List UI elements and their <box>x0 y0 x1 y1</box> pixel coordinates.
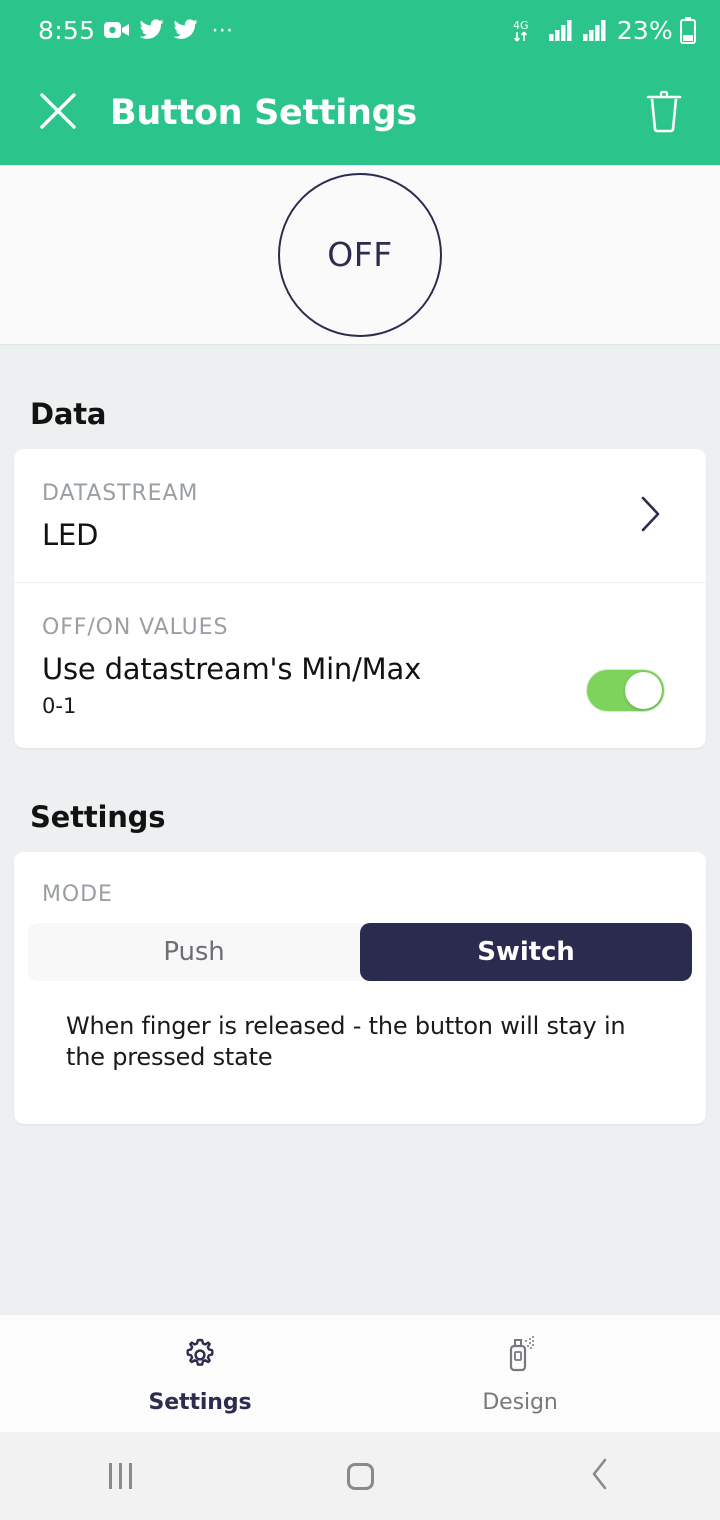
svg-text:4G: 4G <box>513 19 529 32</box>
settings-card: MODE Push Switch When finger is released… <box>14 852 706 1125</box>
back-chevron-icon <box>589 1457 611 1495</box>
battery-icon <box>680 16 696 44</box>
page-title: Button Settings <box>110 92 417 133</box>
more-dots-icon: ⋯ <box>211 17 236 43</box>
bottom-tab-bar: Settings Design <box>0 1314 720 1432</box>
tab-design[interactable]: Design <box>420 1332 620 1415</box>
mode-label: MODE <box>42 882 113 907</box>
off-on-values-body: Use datastream's Min/Max 0-1 <box>42 652 678 718</box>
widget-button-state-label: OFF <box>327 235 393 274</box>
widget-button-preview[interactable]: OFF <box>278 172 442 337</box>
chevron-right-icon <box>640 495 662 537</box>
delete-button[interactable] <box>636 85 692 141</box>
min-max-toggle[interactable] <box>587 670 664 711</box>
status-time: 8:55 <box>38 15 96 45</box>
close-icon <box>37 90 79 136</box>
status-bar: 8:55 ⋯ 4G 23% <box>0 0 720 60</box>
off-on-values-label: OFF/ON VALUES <box>42 615 229 640</box>
recents-button[interactable] <box>60 1446 180 1506</box>
off-on-values-value: Use datastream's Min/Max <box>42 652 422 686</box>
app-bar: Button Settings <box>0 60 720 165</box>
off-on-values-row[interactable]: OFF/ON VALUES Use datastream's Min/Max 0… <box>14 582 706 748</box>
signal-bars-icon <box>582 19 610 41</box>
signal-bars-icon <box>548 19 576 41</box>
phone-screen: 8:55 ⋯ 4G 23% Button Settings OFF Data D… <box>0 0 720 1520</box>
datastream-value: LED <box>42 518 99 552</box>
mode-option-switch[interactable]: Switch <box>360 923 692 981</box>
tab-settings-label: Settings <box>148 1390 252 1415</box>
section-heading-data: Data <box>30 397 107 431</box>
off-on-values-range: 0-1 <box>42 694 77 718</box>
status-bar-right: 4G 23% <box>512 16 696 45</box>
gear-icon <box>177 1332 223 1382</box>
widget-preview-area: OFF <box>0 165 720 345</box>
mode-row: MODE <box>14 852 706 907</box>
status-bar-left: 8:55 ⋯ <box>38 16 235 45</box>
settings-content: Data DATASTREAM LED OFF/ON VALUES Use da… <box>0 345 720 1314</box>
mode-segmented-control[interactable]: Push Switch <box>28 923 692 981</box>
home-icon <box>346 1462 374 1490</box>
video-camera-icon <box>104 20 130 40</box>
twitter-icon <box>173 19 198 41</box>
toggle-knob <box>625 672 662 709</box>
data-card: DATASTREAM LED OFF/ON VALUES Use datastr… <box>14 449 706 748</box>
recents-icon <box>108 1463 132 1489</box>
close-button[interactable] <box>30 85 86 141</box>
spray-can-icon <box>497 1332 543 1382</box>
datastream-label: DATASTREAM <box>42 481 199 506</box>
trash-icon <box>642 87 686 139</box>
datastream-row[interactable]: DATASTREAM LED <box>14 449 706 582</box>
twitter-icon <box>139 19 164 41</box>
battery-percent: 23% <box>616 15 673 45</box>
tab-settings[interactable]: Settings <box>100 1332 300 1415</box>
network-type-icon: 4G <box>512 17 542 43</box>
android-nav-bar <box>0 1432 720 1520</box>
back-button[interactable] <box>540 1446 660 1506</box>
off-on-values-text: Use datastream's Min/Max 0-1 <box>42 652 587 718</box>
mode-option-push[interactable]: Push <box>28 923 360 981</box>
section-heading-settings: Settings <box>30 800 166 834</box>
mode-description: When finger is released - the button wil… <box>66 1012 626 1071</box>
home-button[interactable] <box>300 1446 420 1506</box>
tab-design-label: Design <box>482 1390 558 1415</box>
